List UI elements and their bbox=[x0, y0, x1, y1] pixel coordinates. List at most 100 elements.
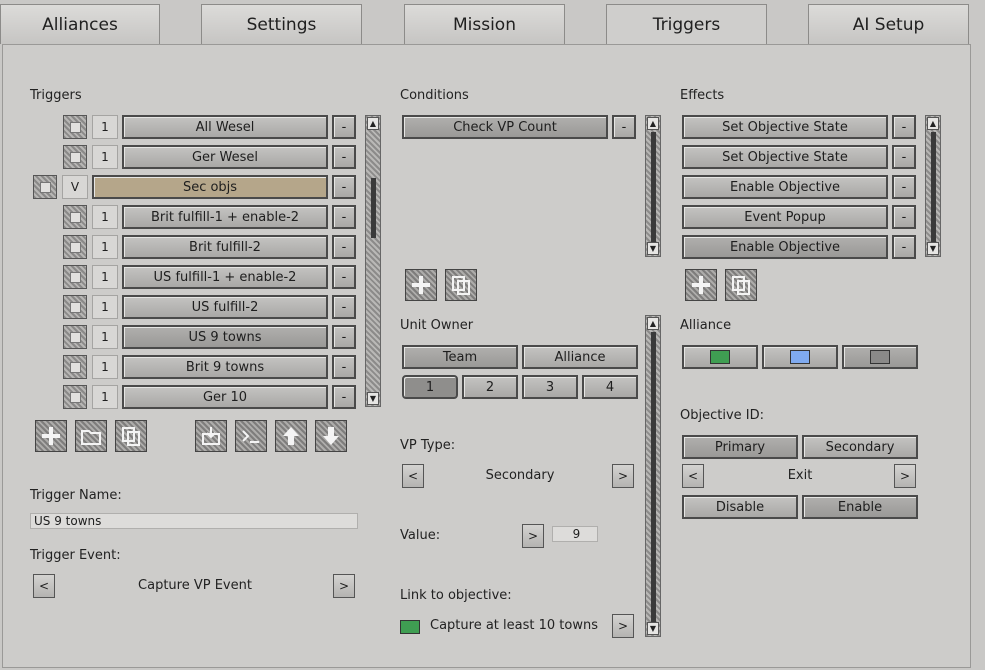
add-trigger-button[interactable] bbox=[35, 420, 67, 452]
owner-1-button[interactable]: 1 bbox=[402, 375, 458, 399]
trigger-number[interactable]: 1 bbox=[92, 145, 118, 169]
trigger-group-item[interactable]: Sec objs bbox=[92, 175, 328, 199]
trigger-group-toggle[interactable]: V bbox=[62, 175, 88, 199]
trigger-item-selected[interactable]: US 9 towns bbox=[122, 325, 328, 349]
trigger-item[interactable]: Brit fulfill-2 bbox=[122, 235, 328, 259]
tab-settings[interactable]: Settings bbox=[201, 4, 362, 44]
effect-remove-button[interactable]: - bbox=[892, 235, 916, 259]
alliance-toggle-button[interactable]: Alliance bbox=[522, 345, 638, 369]
trigger-remove-button[interactable]: - bbox=[332, 265, 356, 289]
trigger-checkbox[interactable] bbox=[63, 205, 87, 229]
secondary-toggle-button[interactable]: Secondary bbox=[802, 435, 918, 459]
trigger-remove-button[interactable]: - bbox=[332, 235, 356, 259]
trigger-item[interactable]: Ger 10 bbox=[122, 385, 328, 409]
owner-2-button[interactable]: 2 bbox=[462, 375, 518, 399]
trigger-checkbox[interactable] bbox=[63, 355, 87, 379]
trigger-checkbox[interactable] bbox=[63, 325, 87, 349]
move-down-button[interactable] bbox=[315, 420, 347, 452]
trigger-item[interactable]: Brit fulfill-1 + enable-2 bbox=[122, 205, 328, 229]
objective-next-button[interactable]: > bbox=[894, 464, 916, 488]
trigger-remove-button[interactable]: - bbox=[332, 115, 356, 139]
trigger-remove-button[interactable]: - bbox=[332, 295, 356, 319]
effect-item[interactable]: Enable Objective bbox=[682, 175, 888, 199]
vp-type-next-button[interactable]: > bbox=[612, 464, 634, 488]
value-input[interactable]: 9 bbox=[552, 526, 598, 542]
team-toggle-button[interactable]: Team bbox=[402, 345, 518, 369]
primary-toggle-button[interactable]: Primary bbox=[682, 435, 798, 459]
objective-prev-button[interactable]: < bbox=[682, 464, 704, 488]
tab-mission[interactable]: Mission bbox=[404, 4, 565, 44]
trigger-item[interactable]: US fulfill-1 + enable-2 bbox=[122, 265, 328, 289]
add-effect-button[interactable] bbox=[685, 269, 717, 301]
trigger-number[interactable]: 1 bbox=[92, 115, 118, 139]
tab-alliances[interactable]: Alliances bbox=[0, 4, 160, 44]
trigger-number[interactable]: 1 bbox=[92, 265, 118, 289]
link-objective-next-button[interactable]: > bbox=[612, 614, 634, 638]
owner-3-button[interactable]: 3 bbox=[522, 375, 578, 399]
effect-remove-button[interactable]: - bbox=[892, 115, 916, 139]
trigger-item[interactable]: Ger Wesel bbox=[122, 145, 328, 169]
trigger-remove-button[interactable]: - bbox=[332, 145, 356, 169]
trigger-number[interactable]: 1 bbox=[92, 385, 118, 409]
trigger-event-next-button[interactable]: > bbox=[333, 574, 355, 598]
scroll-down-icon[interactable]: ▼ bbox=[647, 622, 659, 635]
trigger-group-checkbox[interactable] bbox=[33, 175, 57, 199]
scroll-down-icon[interactable]: ▼ bbox=[367, 392, 379, 405]
trigger-event-prev-button[interactable]: < bbox=[33, 574, 55, 598]
effect-remove-button[interactable]: - bbox=[892, 175, 916, 199]
scroll-up-icon[interactable]: ▲ bbox=[647, 117, 659, 130]
scroll-thumb[interactable] bbox=[371, 178, 376, 238]
scroll-thumb[interactable] bbox=[651, 132, 656, 242]
add-condition-button[interactable] bbox=[405, 269, 437, 301]
copy-trigger-button[interactable] bbox=[115, 420, 147, 452]
alliance-blue-button[interactable] bbox=[762, 345, 838, 369]
trigger-remove-button[interactable]: - bbox=[332, 355, 356, 379]
vp-type-prev-button[interactable]: < bbox=[402, 464, 424, 488]
owner-4-button[interactable]: 4 bbox=[582, 375, 638, 399]
add-folder-button[interactable] bbox=[75, 420, 107, 452]
trigger-number[interactable]: 1 bbox=[92, 325, 118, 349]
copy-effect-button[interactable] bbox=[725, 269, 757, 301]
condition-item[interactable]: Check VP Count bbox=[402, 115, 608, 139]
scroll-up-icon[interactable]: ▲ bbox=[647, 317, 659, 330]
condition-remove-button[interactable]: - bbox=[612, 115, 636, 139]
trigger-remove-button[interactable]: - bbox=[332, 385, 356, 409]
trigger-item[interactable]: All Wesel bbox=[122, 115, 328, 139]
move-up-button[interactable] bbox=[275, 420, 307, 452]
import-button[interactable] bbox=[195, 420, 227, 452]
trigger-number[interactable]: 1 bbox=[92, 205, 118, 229]
alliance-green-button[interactable] bbox=[682, 345, 758, 369]
trigger-checkbox[interactable] bbox=[63, 235, 87, 259]
effect-item[interactable]: Set Objective State bbox=[682, 115, 888, 139]
trigger-name-input[interactable]: US 9 towns bbox=[30, 513, 358, 529]
trigger-checkbox[interactable] bbox=[63, 265, 87, 289]
trigger-number[interactable]: 1 bbox=[92, 235, 118, 259]
trigger-item[interactable]: US fulfill-2 bbox=[122, 295, 328, 319]
trigger-number[interactable]: 1 bbox=[92, 355, 118, 379]
scroll-down-icon[interactable]: ▼ bbox=[647, 242, 659, 255]
trigger-remove-button[interactable]: - bbox=[332, 175, 356, 199]
trigger-checkbox[interactable] bbox=[63, 145, 87, 169]
effects-scrollbar[interactable]: ▲ ▼ bbox=[925, 115, 941, 257]
trigger-checkbox[interactable] bbox=[63, 115, 87, 139]
tab-triggers[interactable]: Triggers bbox=[606, 4, 767, 44]
enable-button[interactable]: Enable bbox=[802, 495, 918, 519]
condition-params-scrollbar[interactable]: ▲ ▼ bbox=[645, 315, 661, 637]
triggers-scrollbar[interactable]: ▲ ▼ bbox=[365, 115, 381, 407]
effect-item[interactable]: Set Objective State bbox=[682, 145, 888, 169]
conditions-scrollbar[interactable]: ▲ ▼ bbox=[645, 115, 661, 257]
scroll-thumb[interactable] bbox=[651, 332, 656, 622]
trigger-checkbox[interactable] bbox=[63, 295, 87, 319]
trigger-remove-button[interactable]: - bbox=[332, 325, 356, 349]
scroll-up-icon[interactable]: ▲ bbox=[367, 117, 379, 130]
tab-ai-setup[interactable]: AI Setup bbox=[808, 4, 969, 44]
trigger-number[interactable]: 1 bbox=[92, 295, 118, 319]
value-increment-button[interactable]: > bbox=[522, 524, 544, 548]
effect-remove-button[interactable]: - bbox=[892, 145, 916, 169]
alliance-grey-button[interactable] bbox=[842, 345, 918, 369]
effect-item-selected[interactable]: Enable Objective bbox=[682, 235, 888, 259]
console-button[interactable] bbox=[235, 420, 267, 452]
copy-condition-button[interactable] bbox=[445, 269, 477, 301]
trigger-item[interactable]: Brit 9 towns bbox=[122, 355, 328, 379]
disable-button[interactable]: Disable bbox=[682, 495, 798, 519]
